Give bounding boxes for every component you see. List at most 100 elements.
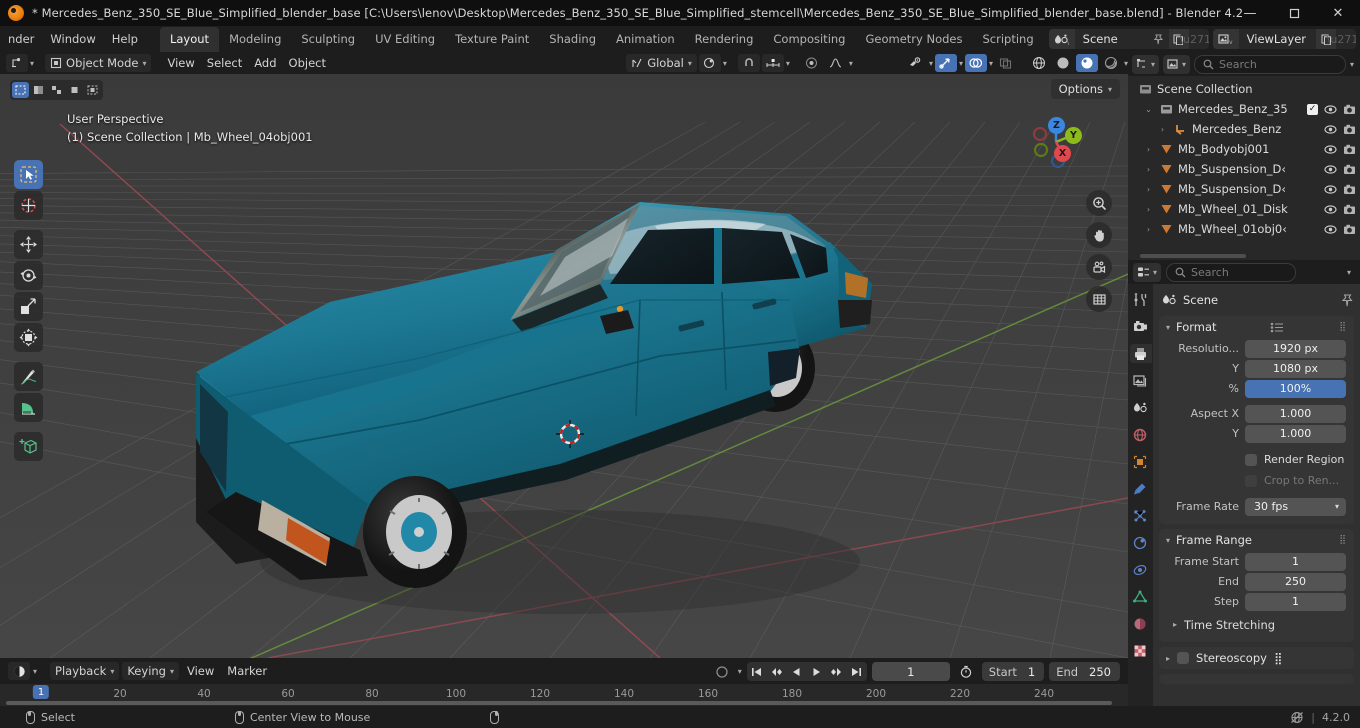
outliner-tree[interactable]: Scene Collection ⌄ Mercedes_Benz_35 ✓ › …: [1128, 76, 1360, 239]
resolution-percent-value[interactable]: 100%: [1245, 379, 1346, 398]
shading-rendered-icon[interactable]: [1100, 54, 1122, 72]
auto-keying-caret-icon[interactable]: ▾: [738, 667, 742, 676]
use-preview-range-icon[interactable]: [955, 663, 977, 681]
snap-pivot-icon[interactable]: [698, 54, 721, 72]
chevron-right-icon[interactable]: ›: [1142, 165, 1155, 174]
snap-magnet-icon[interactable]: [737, 54, 760, 72]
eye-visibility-icon[interactable]: [1324, 184, 1337, 195]
proportional-edit-icon[interactable]: [801, 54, 823, 72]
texture-tab[interactable]: [1130, 641, 1152, 660]
shading-solid-icon[interactable]: [1052, 54, 1074, 72]
show-overlays-icon[interactable]: [964, 54, 987, 72]
scene-name[interactable]: Scene: [1074, 29, 1149, 49]
format-preset-icon[interactable]: [1270, 322, 1285, 333]
tab-shading[interactable]: Shading: [539, 27, 606, 52]
aspect-x-value[interactable]: 1.000: [1245, 404, 1346, 423]
close-button[interactable]: ✕: [1316, 0, 1360, 26]
properties-editor-type-button[interactable]: ▾: [1133, 262, 1162, 282]
timeline-menu-marker[interactable]: Marker: [222, 662, 272, 680]
tool-tab[interactable]: [1130, 290, 1152, 309]
collection-checkbox[interactable]: ✓: [1307, 103, 1318, 115]
cursor-tool[interactable]: [14, 191, 43, 220]
camera-render-icon[interactable]: [1343, 164, 1356, 175]
panel-drag-grip[interactable]: ⣿: [1274, 651, 1282, 665]
properties-filter-caret-icon[interactable]: ▾: [1347, 268, 1355, 277]
playback-controls[interactable]: [746, 662, 867, 681]
shading-caret-icon[interactable]: ▾: [1124, 59, 1128, 68]
maximize-button[interactable]: [1272, 0, 1316, 26]
timeline-editor-type-icon[interactable]: [8, 662, 30, 680]
gizmo-axis-y[interactable]: Y: [1065, 127, 1082, 144]
properties-tab-column[interactable]: [1128, 284, 1153, 708]
minimize-button[interactable]: —: [1228, 0, 1272, 26]
constraints-tab[interactable]: [1130, 560, 1152, 579]
viewlayer-name[interactable]: ViewLayer: [1238, 29, 1316, 49]
xray-toggle-icon[interactable]: [995, 54, 1017, 72]
overlays-caret-icon[interactable]: ▾: [989, 59, 993, 68]
stereoscopy-checkbox[interactable]: [1177, 652, 1190, 664]
chevron-right-icon[interactable]: ›: [1142, 185, 1155, 194]
crop-to-render-checkbox[interactable]: [1245, 474, 1257, 487]
list-item[interactable]: › Mb_Bodyobj001: [1128, 139, 1360, 159]
select-extend-icon[interactable]: [30, 82, 47, 98]
timeline-editor-caret-icon[interactable]: ▾: [33, 667, 37, 676]
crop-to-render-region-row[interactable]: Crop to Ren...: [1245, 471, 1346, 490]
tab-layout[interactable]: Layout: [159, 27, 220, 52]
render-region-row[interactable]: Render Region: [1245, 450, 1346, 469]
view-layer-tab[interactable]: [1130, 371, 1152, 390]
stereoscopy-panel[interactable]: ▸ Stereoscopy ⣿: [1159, 647, 1354, 669]
aspect-y-value[interactable]: 1.000: [1245, 424, 1346, 443]
zoom-icon[interactable]: [1086, 190, 1112, 216]
camera-render-icon[interactable]: [1343, 184, 1356, 195]
frame-range-panel-header[interactable]: ▾ Frame Range ⣿: [1159, 529, 1354, 551]
frame-step-value[interactable]: 1: [1245, 592, 1346, 611]
menu-render[interactable]: nder: [0, 29, 42, 49]
chevron-right-icon[interactable]: ›: [1142, 225, 1155, 234]
rotate-tool[interactable]: [14, 261, 43, 290]
tab-compositing[interactable]: Compositing: [763, 27, 855, 52]
camera-view-icon[interactable]: [1086, 254, 1112, 280]
falloff-curve-icon[interactable]: [825, 54, 847, 72]
object-mode-selector[interactable]: Object Mode ▾: [45, 54, 152, 72]
camera-render-icon[interactable]: [1343, 104, 1356, 115]
chevron-right-icon[interactable]: ›: [1142, 145, 1155, 154]
pin-id-icon[interactable]: [1341, 294, 1354, 307]
chevron-down-icon[interactable]: ⌄: [1142, 105, 1155, 114]
add-cube-tool[interactable]: [14, 432, 43, 461]
resolution-y-value[interactable]: 1080 px: [1245, 359, 1346, 378]
camera-render-icon[interactable]: [1343, 124, 1356, 135]
select-intersect-icon[interactable]: [84, 82, 101, 98]
frame-start-field[interactable]: Start 1: [981, 662, 1045, 681]
outliner-editor-type-button[interactable]: ▾: [1132, 54, 1160, 74]
format-panel-header[interactable]: ▾ Format ⣿: [1159, 316, 1354, 338]
panel-drag-grip[interactable]: ⣿: [1339, 535, 1347, 545]
properties-search-input[interactable]: Search: [1166, 262, 1297, 282]
list-item[interactable]: ⌄ Mercedes_Benz_35 ✓: [1128, 99, 1360, 119]
select-mode-toolbar[interactable]: [10, 80, 103, 100]
particles-tab[interactable]: [1130, 506, 1152, 525]
viewlayer-selector[interactable]: v ViewLayer \u2715: [1212, 29, 1356, 49]
world-tab[interactable]: [1130, 425, 1152, 444]
transform-tool[interactable]: [14, 323, 43, 352]
list-item[interactable]: Scene Collection: [1128, 79, 1360, 99]
viewport-menu-add[interactable]: Add: [249, 54, 281, 72]
outliner-editor[interactable]: ▾ ▾ Search ▾ Scene Collection ⌄ Mercedes…: [1128, 52, 1360, 260]
frame-end-value[interactable]: 250: [1245, 572, 1346, 591]
timeline-menu-keying[interactable]: Keying ▾: [122, 662, 179, 680]
chevron-right-icon[interactable]: ›: [1156, 125, 1169, 134]
object-type-visibility-icon[interactable]: [905, 54, 927, 72]
list-item[interactable]: › Mb_Wheel_01obj0‹: [1128, 219, 1360, 239]
menu-window[interactable]: Window: [42, 29, 103, 49]
menu-help[interactable]: Help: [104, 29, 146, 49]
tab-sculpting[interactable]: Sculpting: [291, 27, 365, 52]
list-item[interactable]: › Mb_Wheel_01_Disk: [1128, 199, 1360, 219]
material-tab[interactable]: [1130, 614, 1152, 633]
move-tool[interactable]: [14, 230, 43, 259]
viewport-menu-select[interactable]: Select: [202, 54, 247, 72]
properties-editor[interactable]: ▾ Search ▾ Scene ▾ Format ⣿ Resolutio...…: [1128, 260, 1360, 708]
frame-start-value[interactable]: 1: [1245, 552, 1346, 571]
unlink-scene-icon[interactable]: \u2715: [1179, 29, 1209, 49]
outliner-search-input[interactable]: Search: [1194, 54, 1346, 74]
play-reverse-button[interactable]: [786, 662, 807, 681]
jump-to-next-keyframe-button[interactable]: [826, 662, 847, 681]
